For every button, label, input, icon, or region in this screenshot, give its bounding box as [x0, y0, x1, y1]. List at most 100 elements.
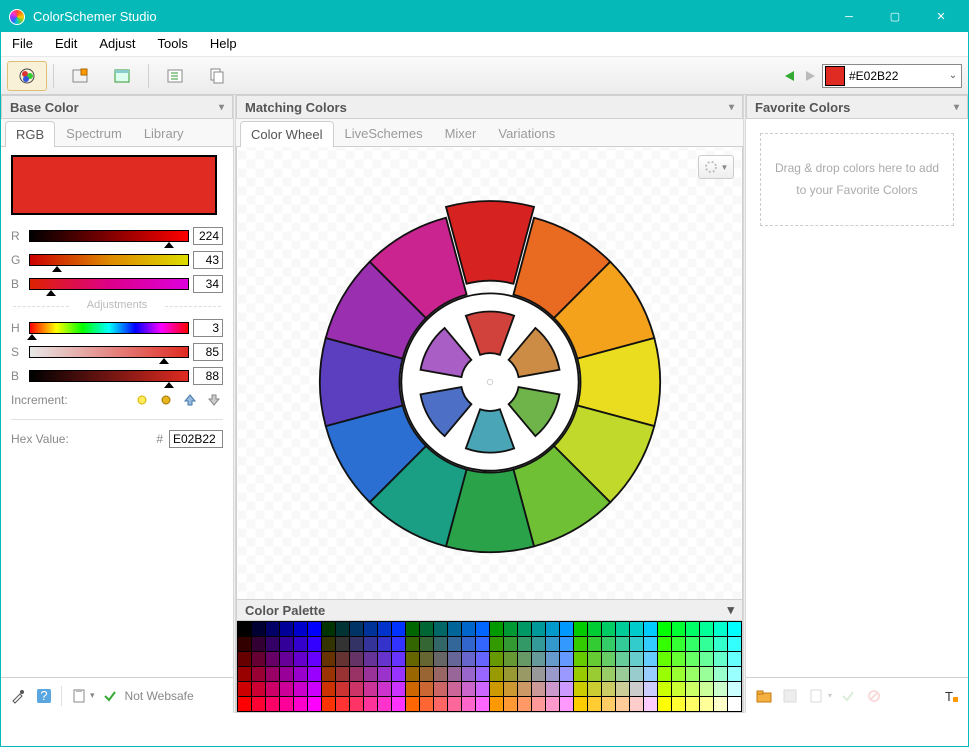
palette-cell[interactable]: [238, 697, 251, 711]
palette-cell[interactable]: [448, 697, 461, 711]
palette-cell[interactable]: [336, 682, 349, 696]
palette-cell[interactable]: [238, 637, 251, 651]
palette-cell[interactable]: [518, 652, 531, 666]
palette-cell[interactable]: [266, 637, 279, 651]
palette-cell[interactable]: [630, 682, 643, 696]
palette-cell[interactable]: [252, 652, 265, 666]
palette-cell[interactable]: [616, 667, 629, 681]
tab-variations[interactable]: Variations: [487, 120, 566, 146]
maximize-button[interactable]: ▢: [872, 1, 918, 32]
palette-cell[interactable]: [686, 652, 699, 666]
tab-spectrum[interactable]: Spectrum: [55, 120, 133, 146]
palette-cell[interactable]: [280, 682, 293, 696]
palette-cell[interactable]: [476, 682, 489, 696]
palette-cell[interactable]: [490, 622, 503, 636]
minimize-button[interactable]: ─: [826, 1, 872, 32]
palette-cell[interactable]: [322, 682, 335, 696]
palette-cell[interactable]: [532, 682, 545, 696]
palette-cell[interactable]: [322, 637, 335, 651]
increment-up-button[interactable]: [181, 391, 199, 409]
palette-cell[interactable]: [364, 682, 377, 696]
slider-r-track[interactable]: [29, 230, 189, 242]
palette-cell[interactable]: [462, 667, 475, 681]
palette-cell[interactable]: [728, 697, 741, 711]
palette-cell[interactable]: [574, 682, 587, 696]
palette-cell[interactable]: [630, 637, 643, 651]
palette-cell[interactable]: [700, 682, 713, 696]
fav-save-button[interactable]: [780, 686, 800, 706]
palette-cell[interactable]: [700, 652, 713, 666]
palette-cell[interactable]: [546, 667, 559, 681]
tab-library[interactable]: Library: [133, 120, 195, 146]
panel-header-favorites[interactable]: Favorite Colors ▾: [746, 95, 968, 119]
palette-cell[interactable]: [378, 652, 391, 666]
palette-cell[interactable]: [616, 697, 629, 711]
menu-tools[interactable]: Tools: [147, 32, 199, 56]
palette-cell[interactable]: [602, 697, 615, 711]
palette-cell[interactable]: [728, 667, 741, 681]
value-bri[interactable]: 88: [193, 367, 223, 385]
palette-cell[interactable]: [588, 622, 601, 636]
palette-cell[interactable]: [434, 637, 447, 651]
palette-cell[interactable]: [644, 667, 657, 681]
palette-cell[interactable]: [364, 667, 377, 681]
increment-down-button[interactable]: [205, 391, 223, 409]
panel-header-basecolor[interactable]: Base Color ▾: [1, 95, 233, 119]
menu-edit[interactable]: Edit: [44, 32, 88, 56]
chevron-down-icon[interactable]: ⌄: [945, 70, 961, 81]
slider-b-track[interactable]: [29, 278, 189, 290]
palette-cell[interactable]: [672, 622, 685, 636]
history-back-icon[interactable]: [782, 69, 800, 83]
palette-cell[interactable]: [616, 682, 629, 696]
palette-cell[interactable]: [406, 622, 419, 636]
palette-cell[interactable]: [658, 652, 671, 666]
palette-cell[interactable]: [672, 697, 685, 711]
tab-colorwheel[interactable]: Color Wheel: [240, 121, 334, 147]
palette-cell[interactable]: [392, 697, 405, 711]
palette-cell[interactable]: [350, 682, 363, 696]
palette-cell[interactable]: [238, 667, 251, 681]
palette-cell[interactable]: [700, 667, 713, 681]
palette-cell[interactable]: [266, 622, 279, 636]
tool-image-button[interactable]: [60, 61, 100, 91]
palette-cell[interactable]: [378, 697, 391, 711]
fav-copy-button[interactable]: [806, 686, 826, 706]
slider-g-track[interactable]: [29, 254, 189, 266]
palette-cell[interactable]: [280, 622, 293, 636]
palette-cell[interactable]: [462, 697, 475, 711]
palette-cell[interactable]: [490, 637, 503, 651]
palette-cell[interactable]: [294, 637, 307, 651]
palette-cell[interactable]: [686, 697, 699, 711]
palette-cell[interactable]: [322, 667, 335, 681]
palette-cell[interactable]: [504, 682, 517, 696]
value-h[interactable]: 3: [193, 319, 223, 337]
palette-cell[interactable]: [560, 622, 573, 636]
palette-cell[interactable]: [392, 637, 405, 651]
tab-mixer[interactable]: Mixer: [434, 120, 488, 146]
panel-header-matching[interactable]: Matching Colors ▾: [236, 95, 743, 119]
palette-cell[interactable]: [518, 667, 531, 681]
palette-cell[interactable]: [546, 637, 559, 651]
palette-cell[interactable]: [602, 622, 615, 636]
palette-cell[interactable]: [490, 652, 503, 666]
palette-cell[interactable]: [658, 622, 671, 636]
history-forward-icon[interactable]: [802, 69, 820, 83]
palette-cell[interactable]: [490, 697, 503, 711]
palette-cell[interactable]: [560, 652, 573, 666]
palette-cell[interactable]: [462, 652, 475, 666]
palette-cell[interactable]: [364, 637, 377, 651]
palette-cell[interactable]: [602, 652, 615, 666]
palette-cell[interactable]: [420, 667, 433, 681]
palette-cell[interactable]: [700, 637, 713, 651]
palette-cell[interactable]: [700, 697, 713, 711]
value-s[interactable]: 85: [193, 343, 223, 361]
fav-new-button[interactable]: [754, 686, 774, 706]
palette-cell[interactable]: [420, 637, 433, 651]
favorites-drop-zone[interactable]: Drag & drop colors here to add to your F…: [760, 133, 954, 226]
palette-cell[interactable]: [518, 622, 531, 636]
palette-cell[interactable]: [322, 697, 335, 711]
palette-cell[interactable]: [434, 667, 447, 681]
palette-cell[interactable]: [294, 667, 307, 681]
palette-cell[interactable]: [448, 622, 461, 636]
palette-cell[interactable]: [308, 652, 321, 666]
